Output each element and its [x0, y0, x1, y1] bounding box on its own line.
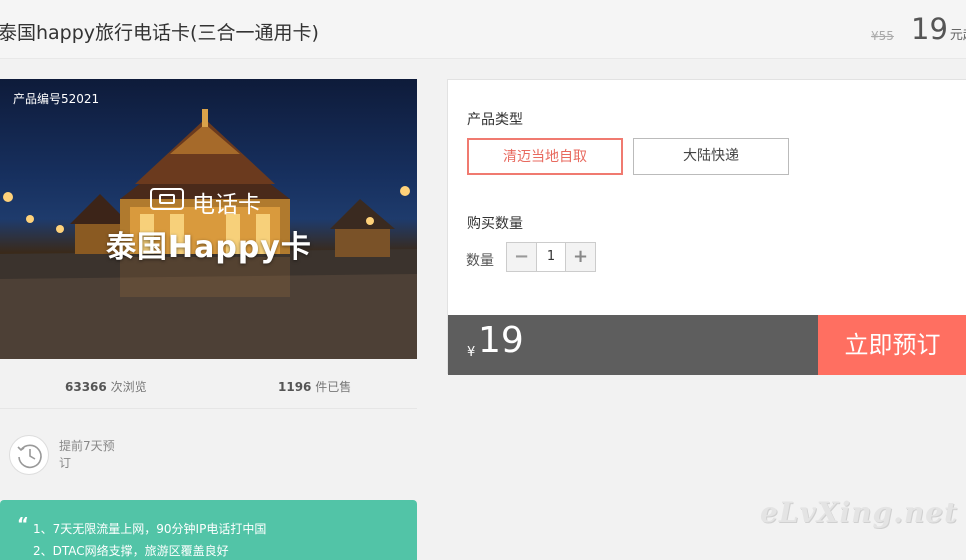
product-headline: 泰国Happy卡: [106, 230, 312, 265]
sold-label: 件已售: [315, 380, 352, 394]
purchase-quantity-label: 购买数量: [467, 216, 523, 232]
book-now-button[interactable]: 立即预订: [818, 315, 966, 375]
current-price: 19元起: [911, 12, 966, 46]
temple-illustration: [0, 109, 417, 359]
quantity-label: 数量: [466, 253, 494, 269]
views-label: 次浏览: [110, 380, 147, 394]
total-price-area: ¥ 19: [448, 315, 818, 375]
currency-symbol: ¥: [467, 345, 476, 360]
quantity-stepper: − 1 +: [506, 242, 596, 272]
product-stats: 63366 次浏览 1196 件已售: [0, 372, 417, 409]
total-price: 19: [478, 320, 524, 361]
decrement-button[interactable]: −: [507, 243, 537, 271]
original-price: ¥55: [871, 29, 894, 43]
badge-label: 电话卡: [192, 192, 261, 218]
quote-icon: “: [17, 514, 29, 535]
advance-booking-note: 提前7天预订: [59, 439, 115, 470]
option-local-pickup[interactable]: 清迈当地自取: [467, 138, 623, 175]
feature-line-2: 2、DTAC网络支撑，旅游区覆盖良好: [33, 544, 229, 558]
watermark: eLvXing.net: [760, 496, 958, 529]
feature-line-1: 1、7天无限流量上网，90分钟IP电话打中国: [33, 522, 267, 536]
purchase-bar: ¥ 19 立即预订: [448, 315, 966, 375]
booking-panel: 产品类型 清迈当地自取 大陆快递 购买数量 数量 − 1 + ¥ 19 立即预订: [447, 79, 966, 375]
sim-card-icon: [150, 188, 184, 210]
product-type-label: 产品类型: [467, 112, 523, 128]
product-number: 产品编号52021: [13, 92, 100, 106]
views-stat: 63366 次浏览: [65, 378, 147, 395]
quantity-value[interactable]: 1: [537, 243, 565, 271]
option-mainland-express[interactable]: 大陆快递: [633, 138, 789, 175]
page-header: 泰国happy旅行电话卡(三合一通用卡) ¥55 19元起: [0, 0, 966, 59]
sold-count: 1196: [278, 380, 312, 394]
price-unit: 元起: [949, 28, 966, 43]
increment-button[interactable]: +: [565, 243, 595, 271]
price-value: 19: [911, 12, 948, 46]
product-image: 产品编号52021 电话卡 泰国Happy卡: [0, 79, 417, 359]
history-clock-icon: [9, 435, 49, 475]
page-title: 泰国happy旅行电话卡(三合一通用卡): [0, 22, 319, 44]
views-count: 63366: [65, 380, 107, 394]
features-box: “ 1、7天无限流量上网，90分钟IP电话打中国 2、DTAC网络支撑，旅游区覆…: [0, 500, 417, 560]
sold-stat: 1196 件已售: [278, 378, 351, 395]
